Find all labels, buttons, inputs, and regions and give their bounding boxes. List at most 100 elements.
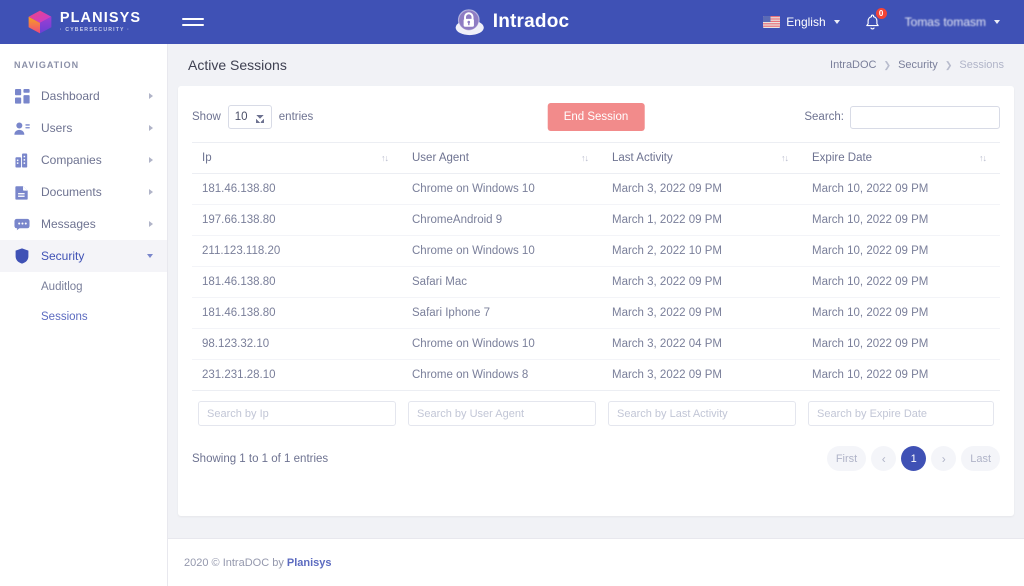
chevron-down-icon [994,20,1000,24]
sidebar-item-security[interactable]: Security [0,240,167,272]
sidebar-item-dashboard[interactable]: Dashboard [0,80,167,112]
shield-icon [14,248,30,264]
brand-text-block: PLANISYS · CYBERSECURITY · [60,11,141,34]
breadcrumb-item-intradoc[interactable]: IntraDOC [830,59,876,71]
search-label: Search: [804,111,844,123]
column-header-user-agent[interactable]: User Agent ↑↓ [402,143,602,174]
planisys-logo[interactable]: PLANISYS · CYBERSECURITY · [27,9,141,35]
user-menu[interactable]: Tomas tomasm [893,0,1012,44]
notifications-button[interactable]: 0 [852,0,893,44]
cell-ip: 181.46.138.80 [192,267,402,298]
showing-entries-text: Showing 1 to 1 of 1 entries [192,453,328,465]
sidebar-item-companies[interactable]: Companies [0,144,167,176]
column-label: User Agent [412,152,469,164]
sidebar-subitem-auditlog[interactable]: Auditlog [0,272,167,302]
menu-toggle-button[interactable] [182,11,206,33]
table-toolbar: Show 10 25 50 100 entries End Session Se… [192,100,1000,134]
users-icon [14,120,30,136]
column-header-ip[interactable]: Ip ↑↓ [192,143,402,174]
search-input[interactable] [850,106,1000,129]
cell-expire-date: March 10, 2022 09 PM [802,236,1000,267]
table-row[interactable]: 181.46.138.80 Safari Mac March 3, 2022 0… [192,267,1000,298]
language-selector[interactable]: English [751,0,851,44]
page-footer: 2020 © IntraDOC by Planisys [168,538,1024,586]
sidebar-item-label: Documents [41,185,149,199]
sessions-table: Ip ↑↓ User Agent ↑↓ Last Activity ↑↓ Exp… [192,142,1000,432]
column-search-cell-last-activity [602,391,802,433]
column-search-cell-user-agent [402,391,602,433]
column-search-ip[interactable] [198,401,396,426]
global-search: Search: [804,106,1000,129]
chevron-right-icon [149,125,153,131]
sidebar-subitem-label: Auditlog [41,281,83,293]
sidebar-subitem-label: Sessions [41,311,88,323]
page-header: Active Sessions IntraDOC ❯ Security ❯ Se… [168,44,1024,86]
column-search-user-agent[interactable] [408,401,596,426]
main-content: Active Sessions IntraDOC ❯ Security ❯ Se… [168,44,1024,586]
show-label: Show [192,111,221,123]
cell-ip: 211.123.118.20 [192,236,402,267]
column-search-expire-date[interactable] [808,401,994,426]
sidebar-item-users[interactable]: Users [0,112,167,144]
sidebar-item-label: Companies [41,153,149,167]
sort-icon: ↑↓ [979,153,986,163]
cell-ip: 197.66.138.80 [192,205,402,236]
sidebar-item-label: Messages [41,217,149,231]
brand-subtitle: · CYBERSECURITY · [60,28,141,33]
sidebar-subitem-sessions[interactable]: Sessions [0,302,167,332]
cell-ip: 98.123.32.10 [192,329,402,360]
chevron-right-icon [149,221,153,227]
cell-expire-date: March 10, 2022 09 PM [802,205,1000,236]
footer-link-planisys[interactable]: Planisys [287,557,332,569]
notification-badge: 0 [875,7,888,20]
table-row[interactable]: 98.123.32.10 Chrome on Windows 10 March … [192,329,1000,360]
cell-ip: 181.46.138.80 [192,298,402,329]
cell-expire-date: March 10, 2022 09 PM [802,174,1000,205]
breadcrumb-item-sessions: Sessions [959,59,1004,71]
column-label: Ip [202,152,212,164]
dashboard-icon [14,88,30,104]
end-session-button[interactable]: End Session [548,103,645,131]
sidebar-item-documents[interactable]: Documents [0,176,167,208]
table-row[interactable]: 181.46.138.80 Safari Iphone 7 March 3, 2… [192,298,1000,329]
breadcrumb-item-security[interactable]: Security [898,59,938,71]
table-footer: Showing 1 to 1 of 1 entries First ‹ 1 › … [192,446,1000,471]
sidebar-item-label: Security [41,249,147,263]
entries-label: entries [279,111,314,123]
cell-last-activity: March 3, 2022 09 PM [602,174,802,205]
document-icon [14,184,30,200]
pagination-first[interactable]: First [827,446,866,471]
pagination-last[interactable]: Last [961,446,1000,471]
cell-expire-date: March 10, 2022 09 PM [802,298,1000,329]
entries-per-page-select[interactable]: 10 25 50 100 [228,105,272,129]
table-row[interactable]: 197.66.138.80 ChromeAndroid 9 March 1, 2… [192,205,1000,236]
pagination-prev[interactable]: ‹ [871,446,896,471]
table-row[interactable]: 231.231.28.10 Chrome on Windows 8 March … [192,360,1000,391]
table-body: 181.46.138.80 Chrome on Windows 10 March… [192,174,1000,391]
cell-user-agent: Chrome on Windows 10 [402,174,602,205]
breadcrumb: IntraDOC ❯ Security ❯ Sessions [830,59,1004,71]
table-row[interactable]: 211.123.118.20 Chrome on Windows 10 Marc… [192,236,1000,267]
cell-user-agent: Chrome on Windows 8 [402,360,602,391]
column-header-expire-date[interactable]: Expire Date ↑↓ [802,143,1000,174]
building-icon [14,152,30,168]
sidebar-item-label: Dashboard [41,89,149,103]
column-search-last-activity[interactable] [608,401,796,426]
table-foot [192,391,1000,433]
table-head: Ip ↑↓ User Agent ↑↓ Last Activity ↑↓ Exp… [192,143,1000,174]
sidebar-item-messages[interactable]: Messages [0,208,167,240]
pagination-next[interactable]: › [931,446,956,471]
sidebar: NAVIGATION Dashboard Users Companies Doc… [0,44,168,586]
cell-expire-date: March 10, 2022 09 PM [802,360,1000,391]
column-label: Last Activity [612,152,673,164]
cell-user-agent: ChromeAndroid 9 [402,205,602,236]
hamburger-bar [182,24,204,26]
column-label: Expire Date [812,152,872,164]
cell-last-activity: March 3, 2022 04 PM [602,329,802,360]
breadcrumb-separator: ❯ [884,60,892,71]
lock-icon [455,7,485,37]
column-header-last-activity[interactable]: Last Activity ↑↓ [602,143,802,174]
table-row[interactable]: 181.46.138.80 Chrome on Windows 10 March… [192,174,1000,205]
pagination-page-1[interactable]: 1 [901,446,926,471]
cell-ip: 181.46.138.80 [192,174,402,205]
